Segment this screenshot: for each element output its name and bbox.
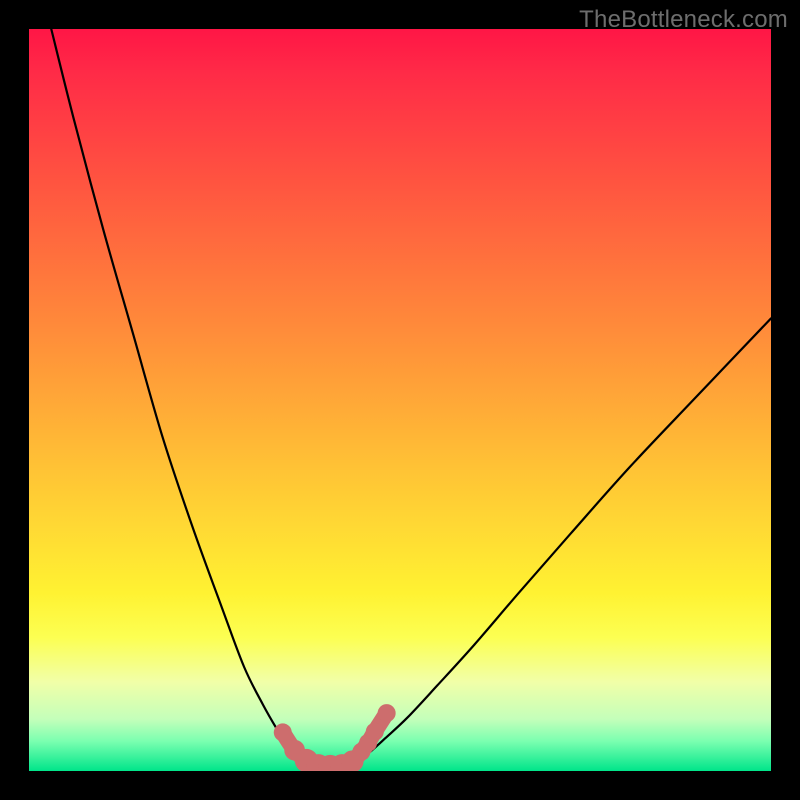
outer-frame: TheBottleneck.com bbox=[0, 0, 800, 800]
valley-marker bbox=[274, 723, 292, 741]
curve-right bbox=[333, 318, 771, 766]
curve-group bbox=[51, 29, 771, 767]
valley-marker bbox=[378, 704, 396, 722]
curve-left bbox=[51, 29, 333, 767]
chart-svg bbox=[29, 29, 771, 771]
watermark-text: TheBottleneck.com bbox=[579, 6, 788, 34]
plot-area bbox=[29, 29, 771, 771]
valley-marker bbox=[366, 723, 384, 741]
